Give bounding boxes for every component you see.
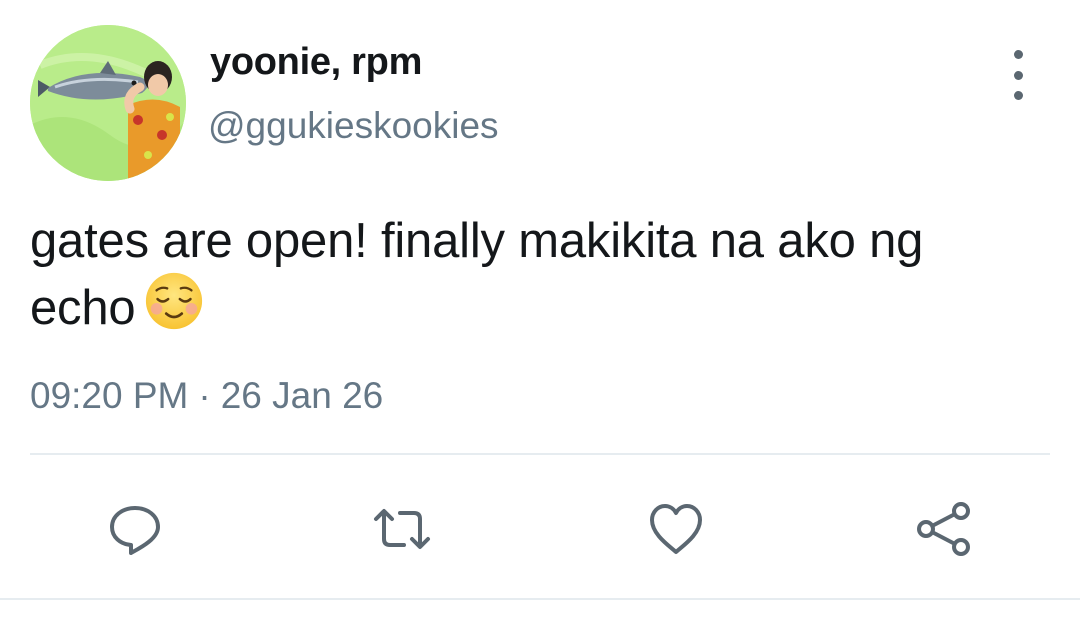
more-vertical-icon[interactable] — [996, 50, 1040, 100]
user-handle[interactable]: @ggukieskookies — [208, 104, 499, 148]
tweet-time: 09:20 PM — [30, 375, 189, 416]
retweet-button[interactable] — [370, 497, 434, 561]
tweet-timestamp[interactable]: 09:20 PM · 26 Jan 26 — [30, 374, 383, 418]
relieved-face-emoji — [143, 270, 205, 332]
avatar-image — [30, 25, 186, 181]
like-button[interactable] — [644, 497, 708, 561]
reply-icon — [110, 506, 160, 555]
bottom-divider — [0, 598, 1080, 600]
display-name[interactable]: yoonie, rpm — [210, 40, 422, 84]
tweet-date: 26 Jan 26 — [220, 375, 384, 416]
divider — [30, 453, 1050, 455]
avatar[interactable] — [30, 25, 186, 181]
tweet-card: yoonie, rpm @ggukieskookies gates are op… — [0, 0, 1080, 618]
share-button[interactable] — [912, 497, 976, 561]
tweet-text: gates are open! finally makikita na ako … — [30, 212, 1040, 337]
meta-separator: · — [198, 375, 211, 416]
reply-button[interactable] — [103, 497, 167, 561]
retweet-icon — [374, 509, 430, 549]
share-icon — [917, 502, 970, 556]
heart-icon — [650, 504, 702, 554]
